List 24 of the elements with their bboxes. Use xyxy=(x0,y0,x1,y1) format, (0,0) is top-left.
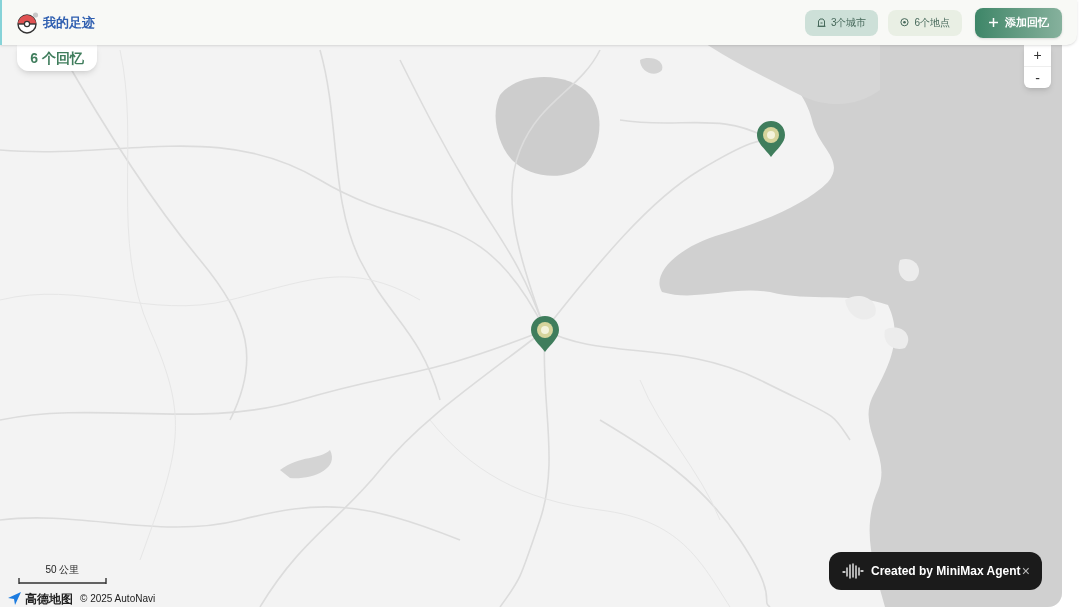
plus-icon xyxy=(988,18,998,27)
island xyxy=(898,259,919,282)
zoom-in-button[interactable]: + xyxy=(1024,44,1051,66)
island xyxy=(884,327,909,349)
memory-count: 6 个回忆 xyxy=(30,50,84,65)
map-logo: 高德地图 xyxy=(25,592,73,605)
location-icon xyxy=(900,18,910,27)
lake xyxy=(640,58,663,74)
map-copyright: © 2025 AutoNavi xyxy=(80,593,156,604)
pokeball-logo-icon xyxy=(17,11,39,34)
scale-label: 50 公里 xyxy=(45,565,80,575)
app-title: 我的足迹 xyxy=(43,13,95,32)
sound-wave-icon xyxy=(842,563,864,579)
building-icon xyxy=(816,18,826,27)
map-pin-icon[interactable] xyxy=(531,316,559,352)
island xyxy=(845,296,876,320)
stat-chip[interactable]: 3个城市 xyxy=(804,9,879,36)
close-button[interactable]: × xyxy=(1021,564,1030,578)
zoom-out-button[interactable]: - xyxy=(1024,66,1051,88)
lake xyxy=(280,450,332,479)
credit-text: Created by MiniMax Agent xyxy=(871,563,1021,580)
map-pin-icon[interactable] xyxy=(757,121,785,157)
stat-chip[interactable]: 6个地点 xyxy=(888,9,962,36)
arrow-logo-icon xyxy=(8,592,21,605)
